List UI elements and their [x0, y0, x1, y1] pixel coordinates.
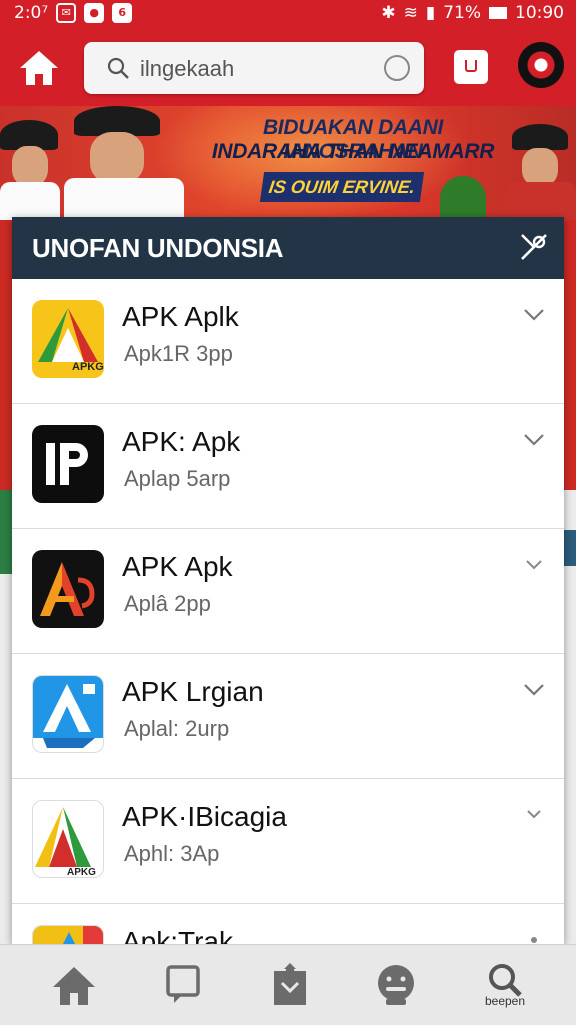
background-card-edge-right [562, 530, 576, 566]
bookmark-icon[interactable] [454, 50, 488, 84]
status-left: 2:0⁷ ✉ ● 6 [14, 3, 133, 23]
search-input[interactable]: ilngekaah [140, 56, 234, 82]
profile-avatar[interactable] [518, 42, 564, 88]
app-subtitle: Aplâ 2pp [124, 591, 211, 616]
app-list-panel: UNOFAN UNDONSIA APKG APK Aplk Apk1R 3pp [12, 217, 564, 944]
a-blue-red-icon [32, 925, 104, 944]
status-bar: 2:0⁷ ✉ ● 6 ✱ ≋ ▮ 71% 10:90 [0, 0, 576, 28]
list-item[interactable]: APK: Apk Aplap 5arp [12, 404, 564, 529]
promo-banner[interactable]: BIDUAKAN DAANI IANOSRAHAN INDARAHA THAN … [0, 106, 576, 220]
app-name: APK Lrgian [122, 676, 264, 707]
list-item[interactable]: Apk:Trak [12, 904, 564, 944]
wifi-icon: ≋ [403, 3, 418, 23]
status-right: ✱ ≋ ▮ 71% 10:90 [381, 3, 564, 23]
download-icon[interactable] [268, 961, 316, 1009]
svg-text:APKG: APKG [67, 867, 96, 878]
officer-figure-right [500, 124, 576, 220]
signal-icon: ▮ [425, 3, 436, 23]
more-icon[interactable] [372, 961, 420, 1009]
list-item[interactable]: APK Lrgian Aplal: 2urp [12, 654, 564, 779]
chevron-down-icon[interactable] [522, 930, 546, 944]
list-item[interactable]: APKG APK·IBicagia Aphl: 3Ap [12, 779, 564, 904]
a-blue-icon [32, 675, 104, 753]
svg-text:APKG: APKG [72, 361, 104, 373]
status-time-left: 2:0⁷ [14, 3, 49, 23]
battery-percent: 71% [443, 3, 481, 23]
chevron-down-icon[interactable] [522, 805, 546, 825]
home-icon[interactable] [50, 961, 98, 1009]
apkg-triangle-icon: APKG [32, 800, 104, 878]
app-subtitle: Apk1R 3pp [124, 341, 233, 366]
bluetooth-icon: ✱ [381, 3, 396, 23]
battery-icon [489, 7, 507, 19]
app-name: Apk:Trak [122, 926, 233, 944]
banner-tag: IS OUIM ERVINE. [259, 172, 425, 202]
apk-triangle-green-yellow-icon: APKG [32, 300, 104, 378]
app-subtitle: Aplal: 2urp [124, 716, 230, 741]
status-time-right: 10:90 [515, 3, 564, 23]
chevron-down-icon[interactable] [522, 555, 546, 575]
a-orange-black-icon [32, 550, 104, 628]
search-label: beepen [484, 994, 526, 1008]
list-item[interactable]: APKG APK Aplk Apk1R 3pp [12, 279, 564, 404]
banner-subheadline: INDARAHA THAN NEAMARR [211, 140, 495, 163]
search-icon [107, 57, 129, 79]
panel-header: UNOFAN UNDONSIA [12, 217, 564, 279]
app-notification-icon-2: 6 [112, 3, 133, 23]
app-name: APK: Apk [122, 426, 241, 457]
list-item[interactable]: APK Apk Aplâ 2pp [12, 529, 564, 654]
panel-title: UNOFAN UNDONSIA [32, 233, 284, 263]
notification-icon: ✉ [56, 3, 77, 23]
chevron-down-icon[interactable] [522, 430, 546, 450]
app-name: APK Apk [122, 551, 233, 582]
home-icon[interactable] [18, 48, 60, 88]
app-bar: ilngekaah [0, 28, 576, 106]
chevron-down-icon[interactable] [522, 680, 546, 700]
banner-decoration [440, 176, 486, 220]
app-name: APK Aplk [122, 301, 239, 332]
officer-figure-center [56, 106, 186, 220]
app-subtitle: Aphl: 3Ap [124, 841, 220, 866]
close-icon[interactable] [518, 231, 550, 263]
app-subtitle: Aplap 5arp [124, 466, 231, 491]
officer-figure-left [0, 120, 60, 220]
voice-search-icon[interactable] [384, 55, 410, 81]
app-notification-icon: ● [84, 3, 105, 23]
app-name: APK·IBicagia [122, 801, 287, 832]
chevron-down-icon[interactable] [522, 305, 546, 325]
search-bar[interactable]: ilngekaah [84, 42, 424, 94]
ip-black-icon [32, 425, 104, 503]
chat-icon[interactable] [160, 961, 208, 1009]
bottom-navigation [0, 944, 576, 1025]
